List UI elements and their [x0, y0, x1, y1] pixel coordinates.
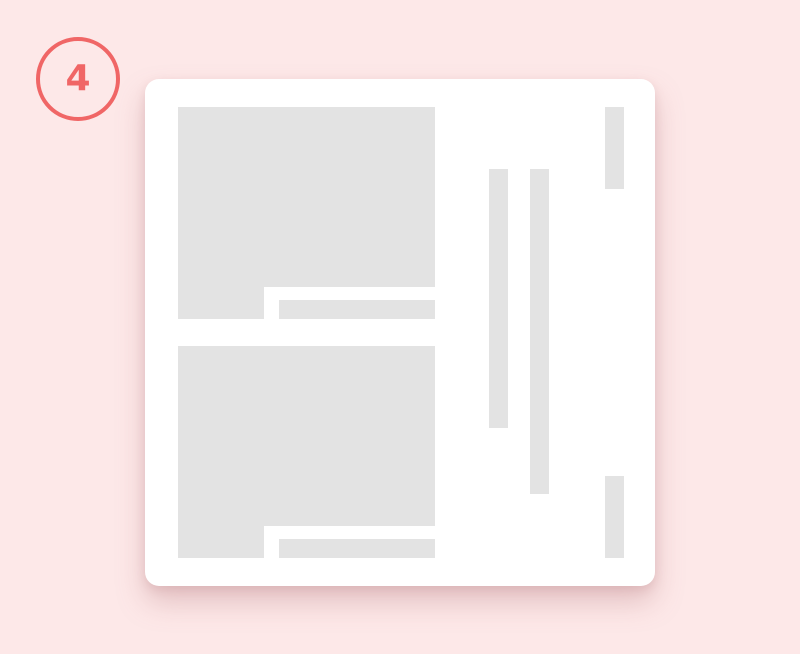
vertical-bar-short: [489, 169, 508, 428]
layout-card: [145, 79, 655, 586]
image-placeholder-top: [178, 107, 435, 287]
step-number-badge: 4: [36, 37, 120, 121]
caption-placeholder-top: [279, 300, 435, 319]
step-number: 4: [65, 58, 91, 99]
edge-bar-bottom: [605, 476, 624, 558]
vertical-bar-long: [530, 169, 549, 494]
edge-bar-top: [605, 107, 624, 189]
illustration-stage: 4: [0, 0, 800, 654]
image-placeholder-bottom: [178, 346, 435, 526]
image-placeholder-top-tail: [178, 287, 264, 319]
image-placeholder-bottom-tail: [178, 526, 264, 558]
caption-placeholder-bottom: [279, 539, 435, 558]
